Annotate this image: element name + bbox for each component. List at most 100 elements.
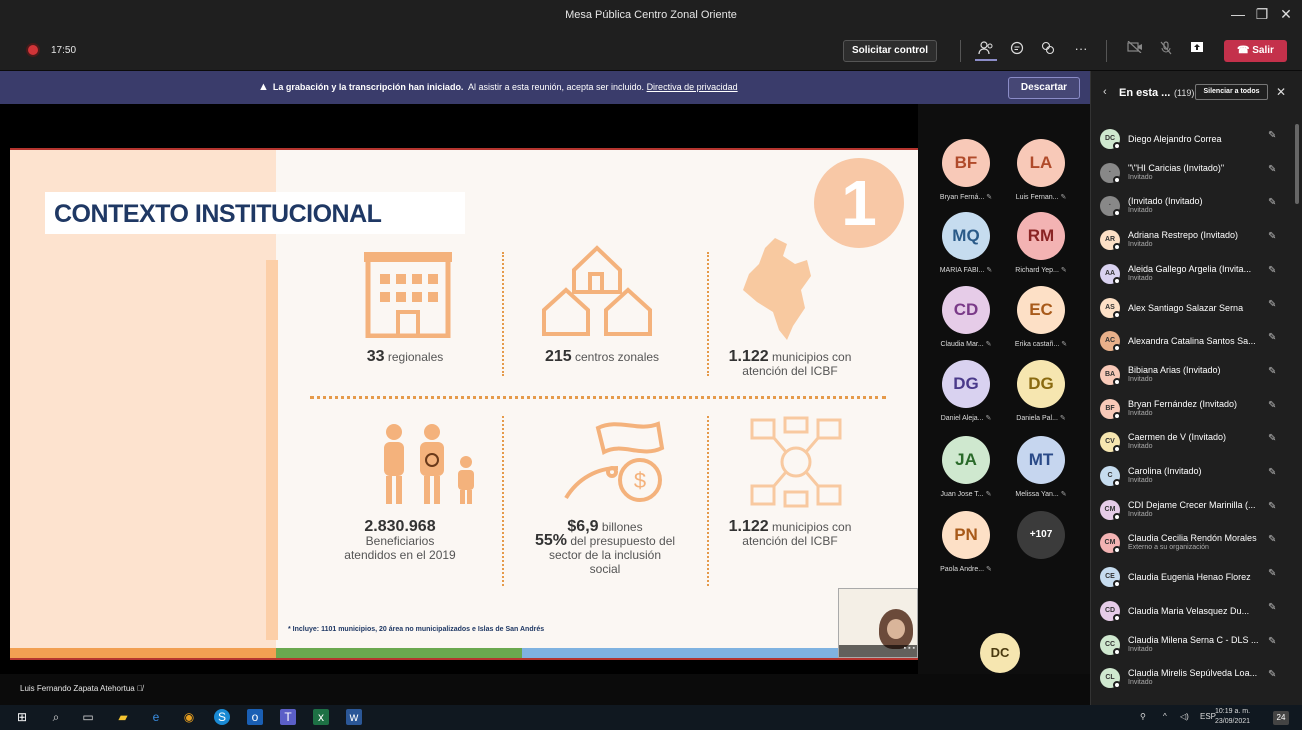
participant-row[interactable]: CM Claudia Cecilia Rendón Morales Externo … — [1100, 528, 1290, 560]
meeting-timer: 17:50 — [51, 45, 77, 56]
task-view-icon[interactable]: ▭ — [80, 709, 96, 725]
participant-row[interactable]: CV Caermen de V (Invitado) Invitado ✎ — [1100, 427, 1290, 459]
skype-icon[interactable]: S — [214, 709, 230, 725]
taskbar-clock[interactable]: 10:19 a. m. 23/09/2021 — [1215, 707, 1250, 727]
participant-name: (Invitado (Invitado) — [1128, 196, 1203, 207]
gallery-tile[interactable]: MT Melissa Yan... ✎ — [1003, 436, 1079, 498]
mic-off-icon: ✎ — [1268, 601, 1277, 613]
mic-off-icon: ✎ — [1268, 163, 1277, 175]
banner-body-text: Al asistir a esta reunión, acepta ser in… — [467, 82, 645, 92]
maximize-button[interactable]: ❐ — [1250, 6, 1274, 23]
recording-banner-text: ▲ La grabación y la transcripción han ini… — [258, 81, 738, 93]
participant-row[interactable]: AC Alexandra Catalina Santos Sa... ✎ — [1100, 326, 1290, 358]
close-icon[interactable]: ✕ — [1276, 85, 1286, 99]
stat-value: 2.830.968 — [364, 518, 436, 535]
participant-row[interactable]: CM CDI Dejame Crecer Marinilla (... Invita… — [1100, 495, 1290, 527]
participant-role: Invitado — [1128, 510, 1153, 518]
participant-name: Claudia Maria Velasquez Du... — [1128, 605, 1250, 616]
gallery-tile[interactable]: PN Paola Andre... ✎ — [928, 511, 1004, 573]
vertical-divider — [502, 416, 504, 586]
mic-off-icon[interactable] — [1155, 41, 1177, 61]
gallery-tile[interactable]: DG Daniela Pal... ✎ — [1003, 360, 1079, 422]
gallery-tile[interactable]: BF Bryan Ferná... ✎ — [928, 139, 1004, 201]
mic-off-icon: ✎ — [984, 566, 992, 573]
close-window-button[interactable]: ✕ — [1274, 6, 1298, 23]
participant-role: Invitado — [1128, 207, 1153, 215]
chat-icon[interactable] — [1006, 41, 1028, 61]
people-icon[interactable] — [975, 41, 997, 61]
participant-row[interactable]: CL Claudia Mirelis Sepúlveda Loa... Invita… — [1100, 663, 1290, 695]
privacy-policy-link[interactable]: Directiva de privacidad — [647, 82, 738, 92]
notifications-badge[interactable]: 24 — [1273, 711, 1289, 725]
teams-icon[interactable]: T — [280, 709, 296, 725]
gallery-participant-name: Daniel Aleja... ✎ — [928, 414, 1004, 422]
self-video-tile[interactable]: ▪ ▪ ▪ — [838, 588, 918, 658]
mute-all-button[interactable]: Silenciar a todos — [1195, 84, 1268, 100]
video-controls[interactable]: ▪ ▪ ▪ — [839, 645, 917, 657]
gallery-tile[interactable]: CD Claudia Mar... ✎ — [928, 286, 1004, 348]
participant-row[interactable]: AA Aleida Gallego Argelia (Invita... Invit… — [1100, 259, 1290, 291]
gallery-participant-name: Paola Andre... ✎ — [928, 565, 1004, 573]
avatar: BF — [942, 139, 990, 187]
participant-row[interactable]: AS Alex Santiago Salazar Serna ✎ — [1100, 293, 1290, 325]
search-icon[interactable]: ⌕ — [48, 709, 64, 725]
participant-row[interactable]: C Carolina (Invitado) Invitado ✎ — [1100, 461, 1290, 493]
presence-status-icon — [1113, 580, 1121, 589]
volume-icon[interactable]: ◁) — [1180, 712, 1189, 721]
participant-row[interactable]: BA Bibiana Arias (Invitado) Invitado ✎ — [1100, 360, 1290, 392]
more-participants-tile[interactable]: +107 — [1003, 511, 1079, 559]
chrome-icon[interactable]: ◉ — [181, 709, 197, 725]
participant-name-text: Richard Yep... — [1015, 267, 1059, 274]
scrollbar[interactable] — [1295, 124, 1299, 204]
request-control-button[interactable]: Solicitar control — [843, 40, 937, 62]
more-participants-count: +107 — [1017, 511, 1065, 559]
dismiss-button[interactable]: Descartar — [1008, 77, 1080, 99]
participant-row[interactable]: BF Bryan Fernández (Invitado) Invitado ✎ — [1100, 394, 1290, 426]
file-explorer-icon[interactable]: ▰ — [115, 709, 131, 725]
minimize-button[interactable]: — — [1226, 6, 1250, 22]
windows-start-icon[interactable]: ⊞ — [14, 709, 30, 725]
participant-row[interactable]: AR Adriana Restrepo (Invitado) Invitado ✎ — [1100, 225, 1290, 257]
participant-row[interactable]: DC Diego Alejandro Correa ✎ — [1100, 124, 1290, 156]
participant-name-text: Melissa Yan... — [1015, 491, 1059, 498]
reactions-icon[interactable] — [1037, 41, 1059, 61]
chevron-up-icon[interactable]: ^ — [1163, 712, 1167, 721]
edge-icon[interactable]: e — [148, 709, 164, 725]
camera-off-icon[interactable] — [1124, 40, 1146, 61]
more-options-icon[interactable]: ··· — [1070, 41, 1092, 61]
stat-municipios: 1.122 municipios con atención del ICBF — [710, 349, 870, 379]
gallery-tile[interactable]: JA Juan Jose T... ✎ — [928, 436, 1004, 498]
mic-off-icon: ✎ — [983, 491, 992, 498]
excel-icon[interactable]: x — [313, 709, 329, 725]
gallery-tile[interactable]: DC — [962, 633, 1038, 673]
outlook-icon[interactable]: o — [247, 709, 263, 725]
slide-title: CONTEXTO INSTITUCIONAL — [54, 200, 382, 228]
people-tray-icon[interactable]: ⚲ — [1140, 712, 1146, 721]
participant-row[interactable]: CD Claudia Maria Velasquez Du... ✎ — [1100, 596, 1290, 628]
participant-row[interactable]: · "\"HI Caricias (Invitado)" Invitado ✎ — [1100, 158, 1290, 190]
share-screen-icon[interactable] — [1186, 41, 1208, 61]
avatar: MT — [1017, 436, 1065, 484]
vertical-divider — [707, 416, 709, 586]
mic-off-icon: ✎ — [984, 194, 993, 201]
word-icon[interactable]: w — [346, 709, 362, 725]
presence-status-icon — [1113, 377, 1121, 386]
participant-row[interactable]: CC Claudia Milena Serna C - DLS ... Invita… — [1100, 630, 1290, 662]
horizontal-divider — [310, 396, 886, 399]
mic-off-icon: ✎ — [1268, 365, 1277, 377]
back-chevron-icon[interactable]: ‹ — [1103, 86, 1107, 98]
gallery-tile[interactable]: RM Richard Yep... ✎ — [1003, 212, 1079, 274]
toolbar-divider — [960, 40, 961, 62]
leave-button[interactable]: ☎ Salir — [1224, 40, 1287, 62]
language-indicator[interactable]: ESP — [1200, 712, 1216, 721]
gallery-tile[interactable]: MQ MARIA FABI... ✎ — [928, 212, 1004, 274]
gallery-tile[interactable]: EC Erika castañ... ✎ — [1003, 286, 1079, 348]
participant-name: Aleida Gallego Argelia (Invita... — [1128, 263, 1252, 274]
mic-off-icon: ✎ — [1058, 267, 1067, 274]
gallery-tile[interactable]: LA Luis Fernan... ✎ — [1003, 139, 1079, 201]
gallery-tile[interactable]: DG Daniel Aleja... ✎ — [928, 360, 1004, 422]
mic-off-icon: ✎ — [1057, 415, 1066, 422]
participant-row[interactable]: · (Invitado (Invitado) Invitado ✎ — [1100, 191, 1290, 223]
participant-row[interactable]: CE Claudia Eugenia Henao Florez ✎ — [1100, 562, 1290, 594]
slide-footnote: * Incluye: 1101 municipios, 20 área no m… — [288, 626, 545, 633]
